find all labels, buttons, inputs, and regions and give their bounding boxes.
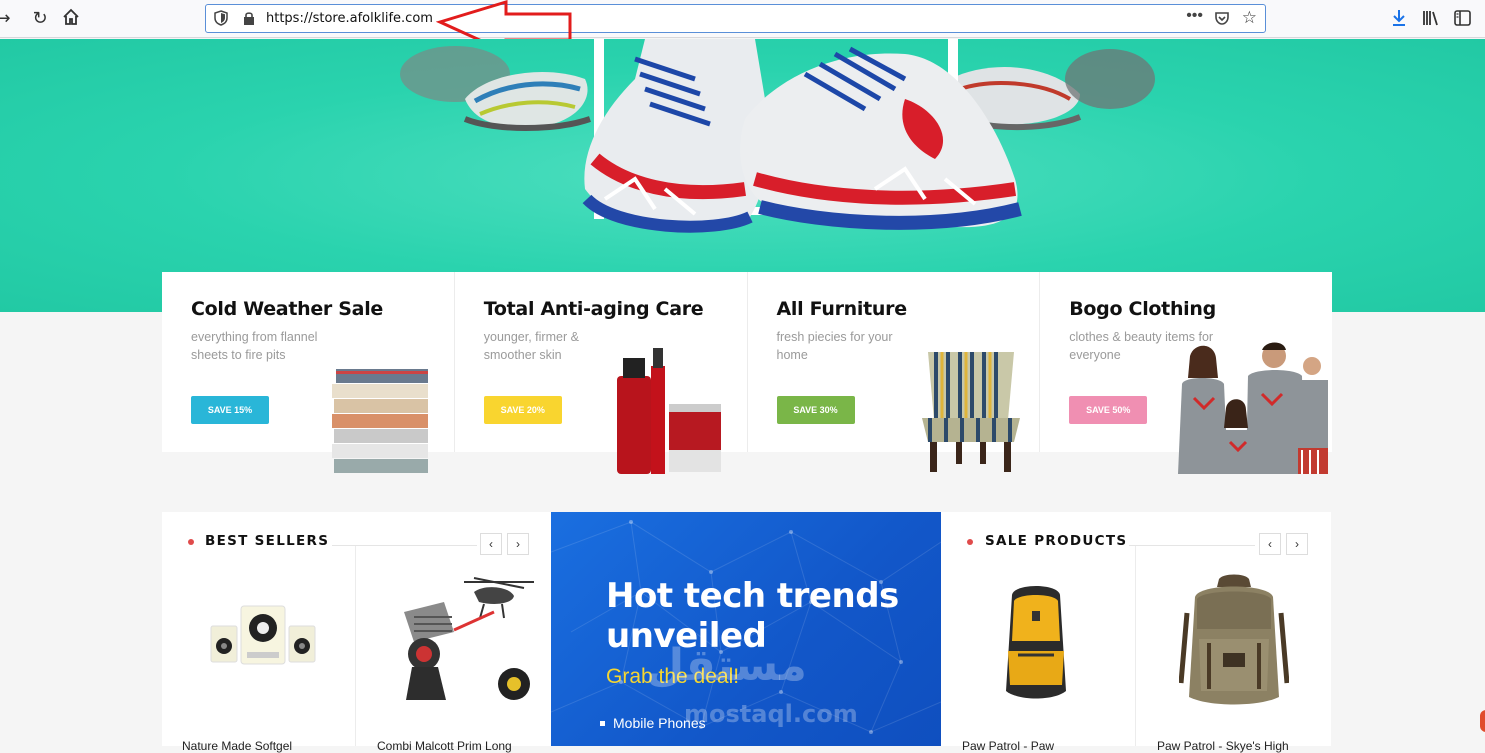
prev-arrow-button[interactable]: ‹ — [480, 533, 502, 555]
save-20-button[interactable]: SAVE 20% — [483, 396, 562, 424]
save-30-button[interactable]: SAVE 30% — [776, 396, 855, 424]
product-card[interactable]: Paw Patrol - Paw — [956, 567, 1126, 753]
product-divider — [355, 546, 356, 746]
speakers-image — [210, 605, 316, 665]
main-shoes-image — [582, 39, 1022, 233]
reload-icon[interactable]: ↻ — [29, 8, 51, 30]
cosmetics-image — [616, 348, 721, 474]
section-divider — [1129, 545, 1255, 546]
best-sellers-section: BEST SELLERS ‹ › Nature Made Softgel Com… — [162, 512, 551, 753]
forward-icon[interactable]: → — [0, 8, 14, 30]
sidebar-icon[interactable] — [1454, 10, 1471, 26]
promo-card-furniture[interactable]: All Furniture fresh piecies for your hom… — [748, 272, 1041, 472]
product-card[interactable]: Nature Made Softgel — [177, 567, 347, 753]
blankets-image — [332, 369, 428, 473]
shoe-image-left — [400, 46, 591, 131]
product-name[interactable]: Paw Patrol - Paw — [962, 739, 1122, 753]
sale-products-section: SALE PRODUCTS ‹ › Paw Patrol - Paw Paw P… — [941, 512, 1331, 753]
promo-subtitle: fresh piecies for your home — [776, 330, 893, 362]
product-name[interactable]: Nature Made Softgel — [182, 739, 342, 753]
section-dot-icon — [967, 539, 973, 545]
shield-icon[interactable] — [214, 10, 228, 26]
sale-products-heading: SALE PRODUCTS — [985, 533, 1128, 549]
chat-widget-icon[interactable] — [1480, 710, 1485, 732]
product-name[interactable]: Paw Patrol - Skye's High — [1157, 739, 1317, 753]
promo-card-bogo-clothing[interactable]: Bogo Clothing clothes & beauty items for… — [1040, 272, 1332, 474]
backpack-khaki-image — [1179, 574, 1289, 705]
library-icon[interactable] — [1422, 10, 1440, 26]
address-bar[interactable]: https://store.afolklife.com ••• ☆ — [205, 4, 1266, 33]
next-arrow-button[interactable]: › — [1286, 533, 1308, 555]
prev-arrow-button[interactable]: ‹ — [1259, 533, 1281, 555]
family-image — [1178, 342, 1329, 474]
next-arrow-button[interactable]: › — [507, 533, 529, 555]
chair-image — [921, 352, 1020, 472]
save-50-button[interactable]: SAVE 50% — [1069, 396, 1148, 424]
promo-title[interactable]: Cold Weather Sale — [191, 298, 454, 320]
toy-helicopter-image — [404, 577, 534, 700]
best-sellers-heading: BEST SELLERS — [205, 533, 330, 549]
backpack-yellow-image — [1006, 586, 1066, 699]
pocket-icon[interactable] — [1214, 10, 1230, 26]
product-name[interactable]: Combi Malcott Prim Long — [377, 739, 537, 753]
url-text[interactable]: https://store.afolklife.com — [266, 11, 433, 26]
promo-title[interactable]: Bogo Clothing — [1069, 298, 1332, 320]
section-dot-icon — [188, 539, 194, 545]
browser-toolbar: → ↻ https://store.afolklife.com ••• ☆ — [0, 0, 1485, 38]
product-card[interactable]: Paw Patrol - Skye's High — [1151, 567, 1321, 753]
product-card[interactable]: Combi Malcott Prim Long — [372, 567, 542, 753]
page-actions-icon[interactable]: ••• — [1186, 7, 1203, 25]
promo-card-anti-aging[interactable]: Total Anti-aging Care younger, firmer & … — [455, 272, 748, 474]
bookmark-star-icon[interactable]: ☆ — [1242, 8, 1257, 28]
lock-icon — [244, 12, 254, 25]
section-divider — [332, 545, 477, 546]
promo-title[interactable]: All Furniture — [777, 298, 1040, 320]
promo-subtitle: younger, firmer & smoother skin — [483, 330, 579, 362]
promo-card-cold-weather[interactable]: Cold Weather Sale everything from flanne… — [162, 272, 455, 473]
download-icon[interactable] — [1391, 9, 1407, 27]
watermark-latin: mostaql.com — [684, 700, 858, 728]
product-divider — [1135, 546, 1136, 746]
promo-subtitle: everything from flannel sheets to fire p… — [191, 330, 318, 362]
watermark-arabic: مستقل — [646, 640, 807, 691]
promo-row: Cold Weather Sale everything from flanne… — [162, 272, 1332, 474]
save-15-button[interactable]: SAVE 15% — [191, 396, 269, 424]
promo-title[interactable]: Total Anti-aging Care — [484, 298, 747, 320]
home-icon[interactable] — [60, 8, 82, 30]
tech-title-line1: Hot tech trends — [606, 576, 899, 616]
